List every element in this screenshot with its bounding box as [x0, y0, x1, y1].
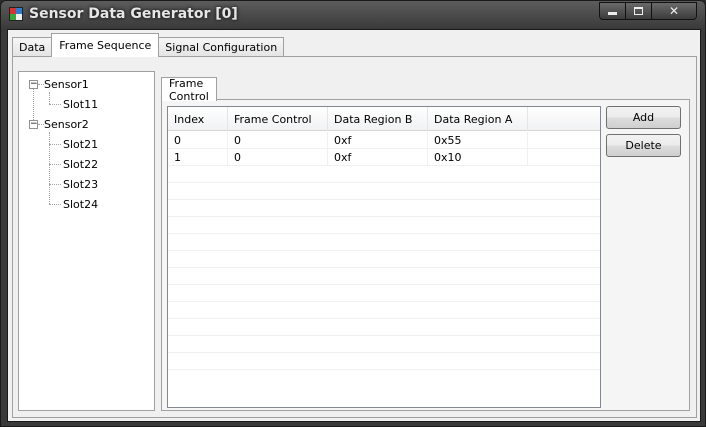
- tree-node-slot22[interactable]: Slot22: [63, 156, 98, 172]
- empty-row: [168, 268, 600, 285]
- column-header-index[interactable]: Index: [168, 107, 228, 131]
- cell-index[interactable]: 0: [168, 132, 228, 149]
- column-header-data-region-a[interactable]: Data Region A: [428, 107, 528, 131]
- tab-data[interactable]: Data: [12, 37, 53, 57]
- tree-node-sensor1[interactable]: Sensor1: [44, 76, 89, 92]
- cell-index[interactable]: 1: [168, 149, 228, 166]
- empty-row: [168, 336, 600, 353]
- column-header-filler: [528, 107, 600, 131]
- tree-line: [49, 92, 50, 104]
- client-area: Data Frame Sequence Signal Configuration…: [7, 29, 701, 422]
- tree-line: [49, 204, 61, 205]
- minimize-icon: [608, 11, 617, 15]
- delete-button[interactable]: Delete: [606, 134, 681, 157]
- caption-buttons: ✕: [599, 2, 697, 20]
- frame-control-page: Index Frame Control Data Region B Data R…: [161, 99, 690, 411]
- tree-line: [49, 144, 61, 145]
- title-bar[interactable]: Sensor Data Generator [0] ✕: [1, 1, 705, 29]
- maximize-button[interactable]: [626, 3, 652, 19]
- app-icon[interactable]: [9, 7, 23, 21]
- tree-line: [49, 184, 61, 185]
- column-header-data-region-b[interactable]: Data Region B: [328, 107, 428, 131]
- empty-row: [168, 353, 600, 370]
- cell-data-region-a[interactable]: 0x10: [428, 149, 528, 166]
- table-row[interactable]: 1 0 0xf 0x10: [168, 149, 600, 166]
- empty-row: [168, 302, 600, 319]
- grid-header: Index Frame Control Data Region B Data R…: [168, 107, 600, 131]
- cell-frame-control[interactable]: 0: [228, 132, 328, 149]
- tree-node-slot23[interactable]: Slot23: [63, 176, 98, 192]
- tree-node-slot11[interactable]: Slot11: [63, 96, 98, 112]
- empty-row: [168, 234, 600, 251]
- empty-row: [168, 166, 600, 183]
- window-title: Sensor Data Generator [0]: [29, 6, 238, 22]
- tree-line: [49, 132, 50, 204]
- empty-row: [168, 285, 600, 302]
- app-window: Sensor Data Generator [0] ✕ Data Frame S…: [0, 0, 706, 427]
- close-icon: ✕: [668, 4, 680, 18]
- main-tab-strip: Data Frame Sequence Signal Configuration: [12, 33, 285, 57]
- maximize-icon: [634, 7, 643, 15]
- tree-node-sensor2[interactable]: Sensor2: [44, 116, 89, 132]
- collapse-icon[interactable]: −: [29, 80, 38, 89]
- table-row[interactable]: 0 0 0xf 0x55: [168, 132, 600, 149]
- frame-sequence-page: − Sensor1 Slot11 − Sensor2 Slot21 Slot22…: [12, 56, 697, 418]
- cell-data-region-b[interactable]: 0xf: [328, 149, 428, 166]
- sensor-tree[interactable]: − Sensor1 Slot11 − Sensor2 Slot21 Slot22…: [18, 71, 155, 411]
- empty-row: [168, 217, 600, 234]
- empty-row: [168, 183, 600, 200]
- cell-data-region-a[interactable]: 0x55: [428, 132, 528, 149]
- frame-grid[interactable]: Index Frame Control Data Region B Data R…: [167, 106, 601, 408]
- tree-line: [49, 164, 61, 165]
- collapse-icon[interactable]: −: [29, 120, 38, 129]
- add-button[interactable]: Add: [606, 106, 681, 129]
- tree-line: [49, 104, 61, 105]
- cell-data-region-b[interactable]: 0xf: [328, 132, 428, 149]
- column-header-frame-control[interactable]: Frame Control: [228, 107, 328, 131]
- grid-body: 0 0 0xf 0x55 1 0 0xf 0x10: [168, 132, 600, 370]
- empty-row: [168, 251, 600, 268]
- tree-node-slot21[interactable]: Slot21: [63, 136, 98, 152]
- tab-frame-control[interactable]: Frame Control: [161, 77, 217, 103]
- minimize-button[interactable]: [600, 3, 626, 19]
- tree-node-slot24[interactable]: Slot24: [63, 196, 98, 212]
- empty-row: [168, 319, 600, 336]
- empty-row: [168, 200, 600, 217]
- close-button[interactable]: ✕: [652, 3, 696, 19]
- cell-frame-control[interactable]: 0: [228, 149, 328, 166]
- tab-signal-configuration[interactable]: Signal Configuration: [158, 37, 285, 57]
- tab-frame-sequence[interactable]: Frame Sequence: [51, 33, 160, 57]
